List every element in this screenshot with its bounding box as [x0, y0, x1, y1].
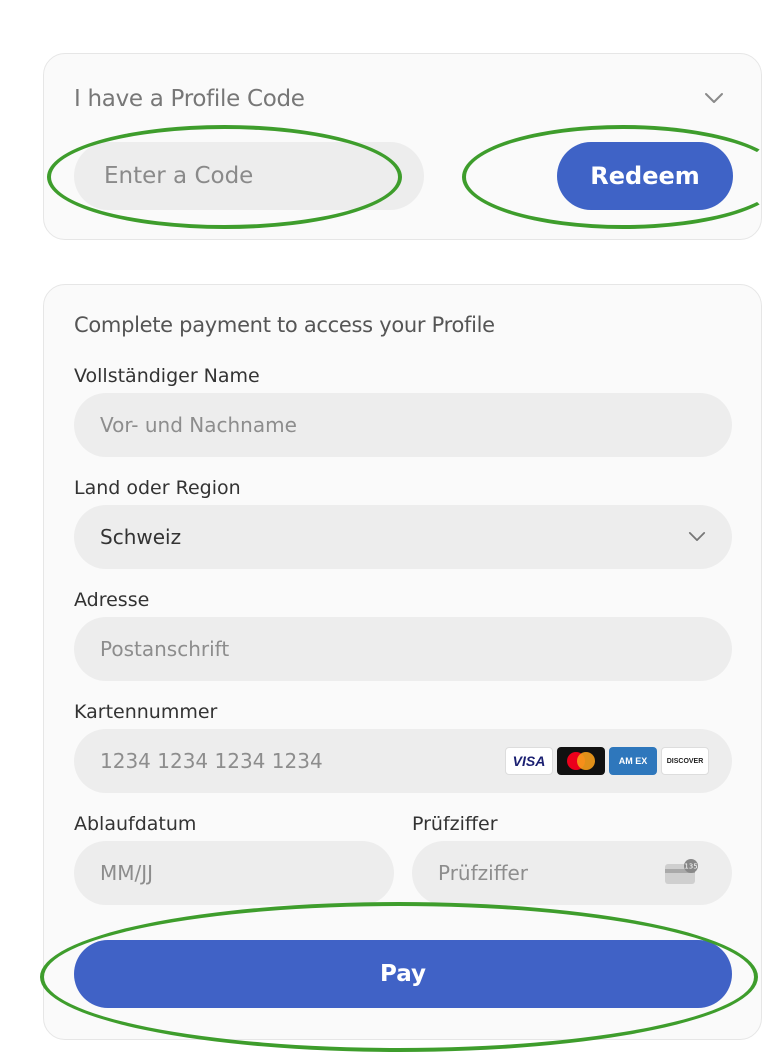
discover-icon: DISCOVER [661, 747, 709, 775]
profile-code-card: I have a Profile Code Redeem [43, 53, 762, 240]
full-name-input[interactable] [74, 393, 732, 457]
address-input[interactable] [74, 617, 732, 681]
cvc-icon-digits: 135 [684, 863, 697, 871]
visa-icon: VISA [505, 747, 553, 775]
country-label: Land oder Region [74, 477, 241, 499]
redeem-button[interactable]: Redeem [557, 142, 733, 210]
country-select-value: Schweiz [100, 525, 182, 549]
chevron-down-icon [688, 532, 706, 541]
pay-button[interactable]: Pay [74, 940, 732, 1008]
mastercard-icon [557, 747, 605, 775]
cvc-card-icon: 135 [665, 859, 698, 884]
card-brands: VISA AM EX DISCOVER [505, 747, 709, 775]
payment-title: Complete payment to access your Profile [74, 313, 495, 337]
profile-code-title[interactable]: I have a Profile Code [74, 86, 305, 112]
card-number-label: Kartennummer [74, 701, 218, 723]
amex-icon: AM EX [609, 747, 657, 775]
expiry-input[interactable] [74, 841, 394, 905]
chevron-down-icon[interactable] [704, 92, 724, 104]
expiry-label: Ablaufdatum [74, 813, 197, 835]
country-select[interactable]: Schweiz [74, 505, 732, 569]
payment-card: Complete payment to access your Profile … [43, 284, 762, 1040]
address-label: Adresse [74, 589, 150, 611]
profile-code-input[interactable] [74, 142, 424, 210]
full-name-label: Vollständiger Name [74, 365, 260, 387]
cvc-label: Prüfziffer [412, 813, 498, 835]
